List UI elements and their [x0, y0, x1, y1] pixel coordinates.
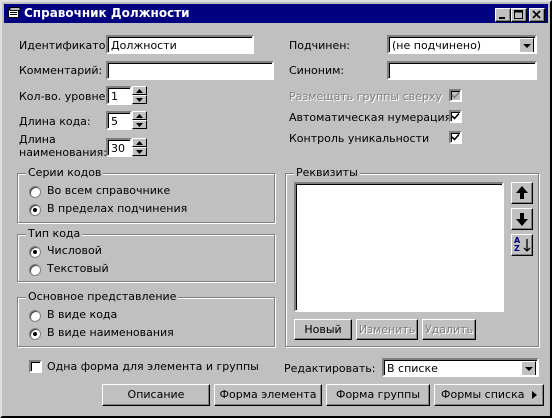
list-forms-label: Формы списка	[441, 388, 525, 401]
comment-input[interactable]	[106, 61, 274, 80]
code-series-option-subordinate[interactable]: В пределах подчинения	[47, 202, 187, 215]
code-type-option-numeric[interactable]: Числовой	[47, 244, 102, 257]
arrow-down-icon	[136, 123, 143, 127]
sort-az-label: A Z	[514, 236, 521, 253]
list-forms-button[interactable]: Формы списка	[434, 384, 544, 406]
chevron-right-icon	[531, 391, 537, 399]
main-view-radio-code[interactable]	[29, 310, 41, 322]
levels-input[interactable]: 1	[106, 86, 132, 105]
uniqueness-checkbox[interactable]	[449, 131, 462, 144]
identifier-input[interactable]: Должности	[106, 35, 254, 54]
arrow-down-icon	[136, 98, 143, 102]
close-icon	[532, 10, 541, 19]
arrow-up-icon	[516, 186, 528, 199]
move-up-button[interactable]	[511, 182, 533, 204]
description-button[interactable]: Описание	[102, 384, 210, 406]
name-length-label-line2: наименования:	[19, 146, 107, 159]
spin-down-button[interactable]	[132, 120, 147, 129]
code-series-option-all[interactable]: Во всем справочнике	[47, 184, 170, 197]
code-length-spinner[interactable]	[132, 111, 147, 130]
groups-top-checkbox[interactable]	[449, 89, 462, 102]
arrow-up-icon	[136, 114, 143, 118]
minimize-icon	[499, 17, 505, 19]
identifier-label: Идентификатор:	[19, 39, 117, 52]
one-form-label[interactable]: Одна форма для элемента и группы	[47, 360, 259, 373]
auto-numbering-label: Автоматическая нумерация	[289, 111, 452, 124]
app-icon	[8, 7, 21, 18]
subordinate-value: (не подчинено)	[392, 39, 482, 52]
main-view-option-name[interactable]: В виде наименования	[47, 326, 174, 339]
main-view-group: Основное представление В виде кода В вид…	[17, 290, 275, 347]
checkmark-icon	[451, 112, 460, 120]
main-view-option-code[interactable]: В виде кода	[47, 308, 117, 321]
window-title: Справочник Должности	[24, 6, 190, 20]
chevron-down-icon	[525, 367, 533, 371]
new-button[interactable]: Новый	[294, 319, 352, 340]
chevron-down-icon	[523, 44, 531, 48]
spin-up-button[interactable]	[132, 86, 147, 95]
spin-up-button[interactable]	[132, 138, 147, 147]
spin-down-button[interactable]	[132, 147, 147, 156]
requisites-title: Реквизиты	[294, 166, 360, 179]
code-series-radio-subordinate[interactable]	[29, 204, 41, 216]
name-length-input[interactable]: 30	[106, 138, 132, 157]
edit-button[interactable]: Изменить	[356, 319, 418, 340]
code-type-title: Тип кода	[26, 227, 83, 240]
name-length-label-line1: Длина	[19, 133, 56, 146]
edit-mode-label: Редактировать:	[284, 362, 376, 375]
main-view-radio-name[interactable]	[29, 328, 41, 340]
delete-button[interactable]: Удалить	[422, 319, 476, 340]
code-series-title: Серии кодов	[26, 166, 104, 179]
close-button[interactable]	[529, 8, 545, 22]
code-type-group: Тип кода Числовой Текстовый	[17, 227, 275, 282]
spin-down-button[interactable]	[132, 95, 147, 104]
arrow-up-icon	[136, 141, 143, 145]
code-type-option-text[interactable]: Текстовый	[47, 262, 109, 275]
subordinate-select[interactable]: (не подчинено)	[387, 35, 537, 54]
code-type-radio-numeric[interactable]	[29, 246, 41, 258]
code-length-label: Длина кода:	[19, 115, 91, 128]
checkmark-icon	[451, 91, 460, 99]
auto-numbering-checkbox[interactable]	[449, 110, 462, 123]
minimize-button[interactable]	[495, 8, 511, 22]
synonym-label: Синоним:	[289, 64, 345, 77]
levels-label: Кол-во. уровней:	[19, 90, 117, 103]
edit-mode-value: В списке	[387, 362, 438, 375]
checkmark-icon	[451, 133, 460, 141]
arrow-up-icon	[136, 89, 143, 93]
dropdown-button[interactable]	[519, 38, 534, 52]
subordinate-label: Подчинен:	[289, 39, 351, 52]
synonym-input[interactable]	[387, 61, 537, 80]
name-length-spinner[interactable]	[132, 138, 147, 157]
main-window: Справочник Должности Идентификатор: Долж…	[0, 0, 552, 418]
maximize-button[interactable]	[511, 8, 527, 22]
move-down-button[interactable]	[511, 208, 533, 230]
spin-up-button[interactable]	[132, 111, 147, 120]
requisites-group: Реквизиты A Z Новый Изменить Удалить	[285, 166, 539, 347]
arrow-down-icon	[516, 213, 528, 226]
edit-mode-select[interactable]: В списке	[382, 358, 539, 377]
requisites-list[interactable]	[294, 182, 504, 312]
dropdown-button[interactable]	[521, 361, 536, 375]
title-bar[interactable]: Справочник Должности	[4, 4, 548, 23]
comment-label: Комментарий:	[19, 64, 103, 77]
groups-top-label: Размещать группы сверху	[289, 90, 442, 103]
code-length-input[interactable]: 5	[106, 111, 132, 130]
levels-spinner[interactable]	[132, 86, 147, 105]
arrow-down-icon	[136, 150, 143, 154]
code-series-group: Серии кодов Во всем справочнике В предел…	[17, 166, 275, 223]
maximize-icon	[514, 10, 523, 19]
element-form-button[interactable]: Форма элемента	[214, 384, 322, 406]
sort-button[interactable]: A Z	[511, 234, 533, 256]
uniqueness-label: Контроль уникальности	[289, 132, 430, 145]
main-view-title: Основное представление	[26, 290, 179, 303]
code-series-radio-all[interactable]	[29, 186, 41, 198]
group-form-button[interactable]: Форма группы	[326, 384, 430, 406]
code-type-radio-text[interactable]	[29, 264, 41, 276]
one-form-checkbox[interactable]	[29, 360, 42, 373]
